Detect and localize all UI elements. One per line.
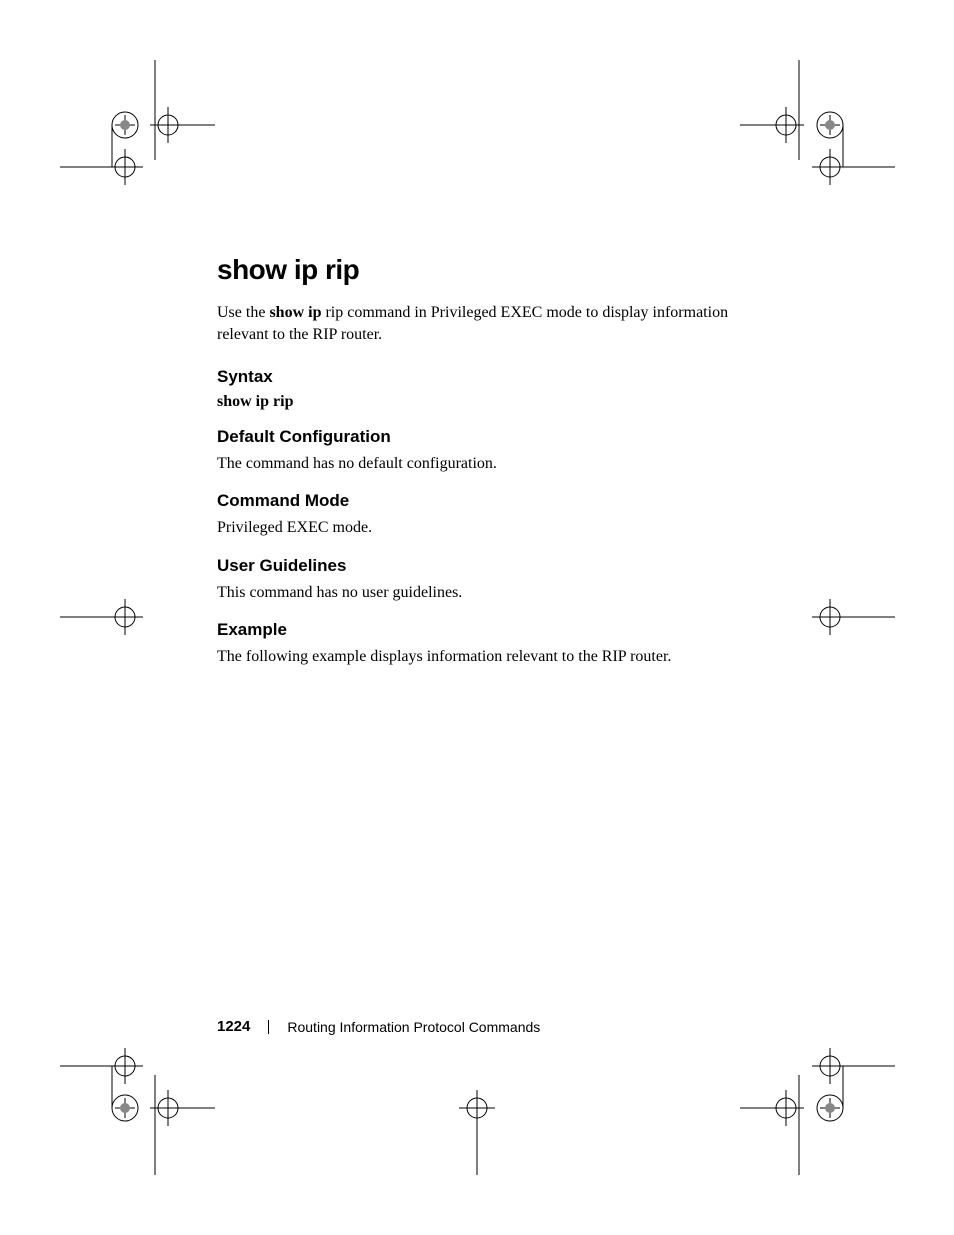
page-footer: 1224 Routing Information Protocol Comman… xyxy=(217,1018,540,1035)
syntax-command: show ip rip xyxy=(217,393,777,411)
default-config-heading: Default Configuration xyxy=(217,427,777,447)
user-guidelines-text: This command has no user guidelines. xyxy=(217,582,777,604)
intro-prefix: Use the xyxy=(217,304,269,321)
syntax-heading: Syntax xyxy=(217,367,777,387)
intro-bold: show ip xyxy=(269,304,321,321)
footer-chapter-title: Routing Information Protocol Commands xyxy=(287,1019,540,1035)
default-config-text: The command has no default configuration… xyxy=(217,453,777,475)
page-content: show ip rip Use the show ip rip command … xyxy=(217,254,777,676)
example-text: The following example displays informati… xyxy=(217,646,777,668)
command-mode-heading: Command Mode xyxy=(217,491,777,511)
command-title: show ip rip xyxy=(217,254,777,286)
intro-paragraph: Use the show ip rip command in Privilege… xyxy=(217,302,777,347)
footer-divider xyxy=(268,1020,269,1034)
command-mode-text: Privileged EXEC mode. xyxy=(217,517,777,539)
user-guidelines-heading: User Guidelines xyxy=(217,556,777,576)
page-number: 1224 xyxy=(217,1018,250,1035)
example-heading: Example xyxy=(217,620,777,640)
